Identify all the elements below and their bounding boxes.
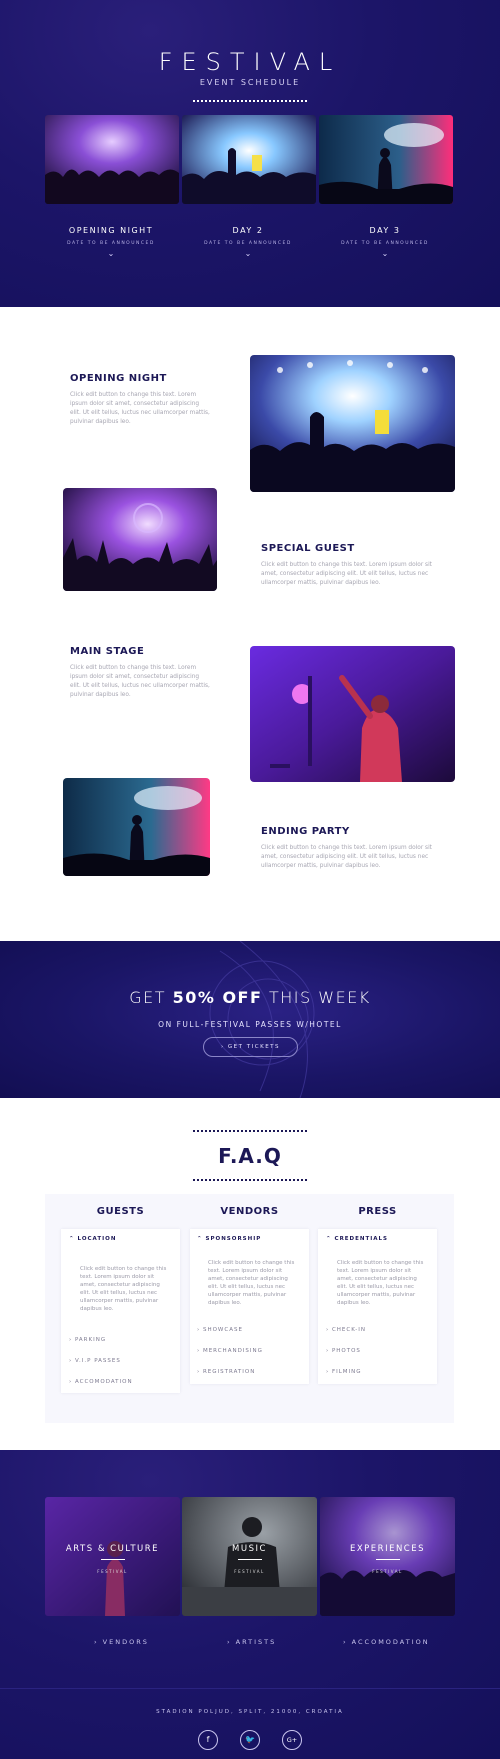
day-2[interactable]: DAY 2 DATE TO BE ANNOUNCED ⌄ — [178, 226, 318, 258]
faq-accordion-item[interactable]: › PARKING — [69, 1337, 106, 1343]
concert-photo-performer — [319, 115, 453, 204]
footer-link-accomodation[interactable]: › ACCOMODATION — [343, 1638, 430, 1646]
faq-item-label: SPONSORSHIP — [205, 1236, 262, 1242]
footer-card-underline — [237, 1559, 262, 1560]
event-text: Click edit button to change this text. L… — [261, 562, 432, 586]
event-title: SPECIAL GUEST — [261, 543, 355, 554]
faq-accordion-item[interactable]: › CHECK-IN — [326, 1327, 366, 1333]
promo-banner: GET 50% OFF THIS WEEK ON FULL-FESTIVAL P… — [0, 941, 500, 1098]
experiences-photo — [320, 1497, 455, 1616]
concert-photo-stage — [182, 115, 316, 204]
promo-heading-bold: 50% OFF — [172, 988, 263, 1007]
faq-accordion-item[interactable]: › FILMING — [326, 1369, 362, 1375]
event-photo-rapper — [250, 646, 455, 782]
day-title: DAY 3 — [369, 226, 401, 235]
footer-section: ARTS & CULTURE FESTIVAL MUSIC FESTIVAL E… — [0, 1450, 500, 1759]
faq-accordion-open[interactable]: ⌃ SPONSORSHIP — [197, 1236, 261, 1242]
hero-gallery — [45, 115, 453, 204]
hero-title: FESTIVAL — [158, 48, 342, 76]
faq-answer-text: Click edit button to change this text. L… — [80, 1266, 167, 1312]
faq-accordion-item[interactable]: › REGISTRATION — [197, 1369, 255, 1375]
faq-item-label: SHOWCASE — [202, 1327, 243, 1333]
google-plus-icon[interactable]: G+ — [282, 1730, 302, 1750]
faq-column-heading: PRESS — [358, 1206, 397, 1217]
faq-column-heading: GUESTS — [96, 1206, 145, 1217]
chevron-down-icon[interactable]: ⌄ — [178, 249, 318, 258]
faq-item-label: MERCHANDISING — [202, 1348, 263, 1354]
chevron-down-icon[interactable]: ⌄ — [315, 249, 455, 258]
faq-answer-text: Click edit button to change this text. L… — [337, 1260, 424, 1306]
faq-accordion-open[interactable]: ⌃ CREDENTIALS — [326, 1236, 388, 1242]
footer-divider — [0, 1688, 500, 1689]
event-title: OPENING NIGHT — [70, 373, 167, 384]
day-3[interactable]: DAY 3 DATE TO BE ANNOUNCED ⌄ — [315, 226, 455, 258]
footer-card-arts-culture[interactable]: ARTS & CULTURE FESTIVAL — [45, 1497, 180, 1616]
event-text: Click edit button to change this text. L… — [261, 845, 432, 869]
hero-section: FESTIVAL EVENT SCHEDULE OPENING NIGHT DA… — [0, 0, 500, 307]
faq-accordion-item[interactable]: › SHOWCASE — [197, 1327, 243, 1333]
event-photo-dj — [63, 778, 210, 876]
promo-heading-post: THIS WEEK — [262, 988, 371, 1007]
day-date: DATE TO BE ANNOUNCED — [204, 241, 292, 246]
twitter-icon[interactable]: 🐦 — [240, 1730, 260, 1750]
footer-link-artists[interactable]: › ARTISTS — [227, 1638, 276, 1646]
day-title: DAY 2 — [232, 226, 264, 235]
faq-accordion-item[interactable]: › ACCOMODATION — [69, 1379, 133, 1385]
faq-accordion-item[interactable]: › V.I.P PASSES — [69, 1358, 121, 1364]
faq-title: F.A.Q — [218, 1144, 282, 1168]
faq-accordion-open[interactable]: ⌃ LOCATION — [69, 1236, 116, 1242]
faq-column-heading: VENDORS — [220, 1206, 279, 1217]
promo-heading: GET 50% OFF THIS WEEK — [0, 988, 500, 1007]
footer-card-label: MUSIC — [232, 1544, 267, 1554]
faq-item-label: LOCATION — [77, 1236, 117, 1242]
faq-item-label: V.I.P PASSES — [74, 1358, 121, 1364]
dotted-divider — [193, 100, 307, 102]
faq-item-label: PHOTOS — [331, 1348, 361, 1354]
promo-heading-pre: GET — [129, 988, 173, 1007]
dotted-divider — [193, 1130, 307, 1132]
day-title: OPENING NIGHT — [68, 226, 154, 235]
faq-item-label: REGISTRATION — [202, 1369, 256, 1375]
dotted-divider — [193, 1179, 307, 1181]
day-date: DATE TO BE ANNOUNCED — [341, 241, 429, 246]
footer-card-music[interactable]: MUSIC FESTIVAL — [182, 1497, 317, 1616]
footer-card-label: ARTS & CULTURE — [65, 1544, 160, 1554]
faq-accordion-item[interactable]: › MERCHANDISING — [197, 1348, 263, 1354]
footer-card-underline — [100, 1559, 125, 1560]
get-tickets-button[interactable]: › GET TICKETS — [203, 1037, 298, 1057]
day-date: DATE TO BE ANNOUNCED — [67, 241, 155, 246]
event-title: ENDING PARTY — [261, 826, 350, 837]
faq-item-label: PARKING — [74, 1337, 107, 1343]
footer-card-sub: FESTIVAL — [372, 1569, 403, 1574]
faq-item-label: CHECK-IN — [331, 1327, 366, 1333]
event-title: MAIN STAGE — [70, 646, 145, 657]
footer-address: STADION POLJUD, SPLIT, 21000, CROATIA — [156, 1709, 344, 1715]
hero-subtitle: EVENT SCHEDULE — [199, 78, 301, 87]
event-text: Click edit button to change this text. L… — [70, 665, 210, 698]
promo-subtitle: ON FULL-FESTIVAL PASSES W/HOTEL — [158, 1020, 342, 1029]
footer-card-label: EXPERIENCES — [349, 1544, 426, 1554]
event-text: Click edit button to change this text. L… — [70, 392, 210, 425]
footer-card-sub: FESTIVAL — [234, 1569, 265, 1574]
event-photo-hands — [63, 488, 217, 591]
arts-photo — [45, 1497, 180, 1616]
footer-link-vendors[interactable]: › VENDORS — [94, 1638, 149, 1646]
facebook-icon[interactable]: f — [198, 1730, 218, 1750]
faq-item-label: FILMING — [331, 1369, 362, 1375]
footer-card-underline — [375, 1559, 400, 1560]
faq-accordion-item[interactable]: › PHOTOS — [326, 1348, 361, 1354]
footer-card-sub: FESTIVAL — [97, 1569, 128, 1574]
music-photo — [182, 1497, 317, 1616]
event-photo-crowd — [250, 355, 455, 492]
day-opening-night[interactable]: OPENING NIGHT DATE TO BE ANNOUNCED ⌄ — [41, 226, 181, 258]
chevron-down-icon[interactable]: ⌄ — [41, 249, 181, 258]
faq-item-label: ACCOMODATION — [74, 1379, 133, 1385]
concert-photo-purple — [45, 115, 179, 204]
faq-answer-text: Click edit button to change this text. L… — [208, 1260, 295, 1306]
faq-item-label: CREDENTIALS — [334, 1236, 389, 1242]
footer-card-experiences[interactable]: EXPERIENCES FESTIVAL — [320, 1497, 455, 1616]
